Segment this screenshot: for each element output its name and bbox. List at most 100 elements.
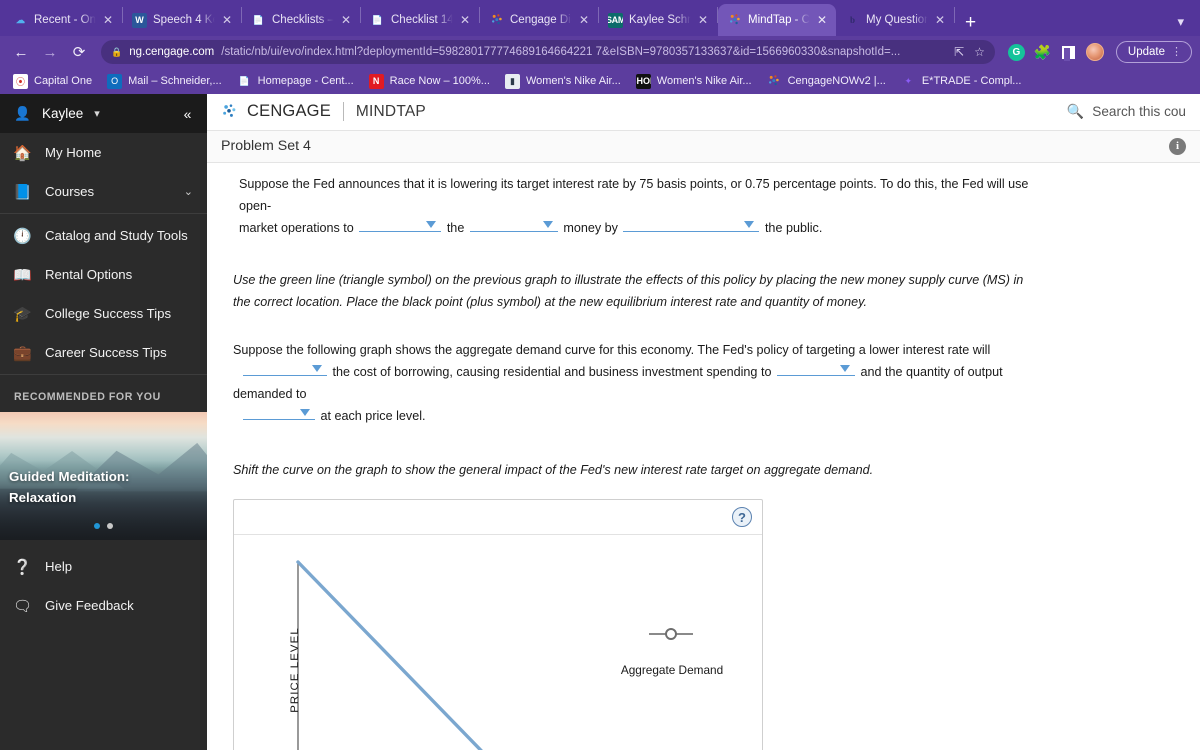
bookmark-1[interactable]: O Mail – Schneider,... [100,71,229,91]
close-tab-icon[interactable]: ✕ [935,14,948,26]
page-title: Problem Set 4 [221,138,311,155]
document-icon: 📄 [252,14,265,25]
legend-drag-handle[interactable] [649,628,693,641]
close-tab-icon[interactable]: ✕ [222,14,235,26]
bookmark-4[interactable]: ▮ Women's Nike Air... [498,71,628,91]
browser-tab-5[interactable]: SAM Kaylee Schneider ✕ [599,4,717,36]
search-input[interactable]: Search this cou [1092,104,1186,119]
chart-plot-area[interactable]: PRICE LEVEL Aggregate Demand Aggregate D… [234,535,762,750]
share-icon[interactable]: ⇱ [954,45,964,59]
browser-tab-7[interactable]: b My Questions | ba ✕ [836,4,954,36]
word-doc-icon: W [132,12,147,28]
chevron-down-icon[interactable]: ▾ [1165,14,1196,30]
update-button[interactable]: Update ⋮ [1115,41,1192,63]
sidebar-item-my-home[interactable]: 🏠 My Home [0,133,207,172]
carousel-dot[interactable] [107,523,113,529]
tab-title: Kaylee Schneider [629,14,692,26]
grammarly-icon[interactable]: G [1007,43,1025,61]
course-search[interactable]: 🔍 Search this cou [1067,103,1186,120]
info-icon[interactable]: i [1169,137,1186,155]
update-button-label: Update [1127,46,1165,58]
bookmark-label: Capital One [34,75,93,87]
help-circle-icon: ❔ [13,558,32,576]
bookmark-0[interactable]: ⦿ Capital One [6,71,99,91]
question-paragraph-4: Shift the curve on the graph to show the… [233,463,874,478]
brand-divider [342,102,344,122]
capital-one-icon: ⦿ [13,73,28,89]
dropdown-blank-4[interactable] [243,361,327,377]
dropdown-blank-5[interactable] [776,361,855,377]
book-icon: 📘 [13,183,32,201]
sidebar-divider [0,374,207,375]
sidebar-item-courses[interactable]: 📘 Courses ⌄ [0,172,207,211]
sidebar-item-label: Catalog and Study Tools [45,228,188,243]
profile-avatar[interactable] [1085,43,1104,61]
browser-tab-0[interactable]: ☁ Recent - OneDrive ✕ [4,4,122,36]
address-bar[interactable]: 🔒 ng.cengage.com /static/nb/ui/evo/index… [101,40,995,64]
browser-tab-1[interactable]: W Speech 4 Keyword ✕ [123,4,241,36]
sidebar-item-label: Rental Options [45,267,133,282]
sidebar-item-give-feedback[interactable]: 🗨 Give Feedback [0,586,207,625]
sidebar-item-label: My Home [45,145,102,160]
carousel-dot-active[interactable] [94,523,100,529]
browser-tab-3[interactable]: 📄 Checklist 14 (11/2 ✕ [361,4,479,36]
aggregate-demand-curve[interactable] [296,560,534,750]
puzzle-extensions-icon[interactable]: 🧩 [1034,44,1051,61]
bookmark-label: Race Now – 100%... [389,75,490,87]
close-tab-icon[interactable]: ✕ [579,14,592,26]
dropdown-blank-3[interactable] [623,217,760,233]
promo-text: Guided Meditation: Relaxation [9,466,129,508]
split-view-icon[interactable] [1060,44,1077,61]
bookmark-7[interactable]: ✦ E*TRADE - Compl... [894,71,1029,91]
star-icon[interactable]: ☆ [974,45,985,59]
bookmark-3[interactable]: N Race Now – 100%... [362,71,497,91]
sidebar-item-rental-options[interactable]: 📖 Rental Options [0,255,207,294]
sidebar-item-label: Give Feedback [45,598,134,613]
legend-knob-icon[interactable] [665,628,677,641]
close-tab-icon[interactable]: ✕ [341,14,354,26]
open-book-icon: 📖 [13,266,32,284]
reload-icon[interactable]: ⟳ [66,39,92,65]
close-tab-icon[interactable]: ✕ [698,14,711,26]
brand-logo[interactable]: CENGAGE MINDTAP [221,102,426,122]
dropdown-blank-6[interactable] [243,405,315,421]
new-tab-button[interactable]: + [955,13,986,36]
question-p1-part2: market operations to [239,221,354,236]
main-content: CENGAGE MINDTAP 🔍 Search this cou Proble… [207,94,1200,750]
sidebar-item-catalog-and-study-tools[interactable]: 🕛 Catalog and Study Tools [0,216,207,255]
aggregate-demand-chart[interactable]: ? PRICE LEVEL Aggregate Demand [233,499,763,750]
promo-card[interactable]: Guided Meditation: Relaxation [0,412,207,540]
sidebar-item-college-success-tips[interactable]: 🎓 College Success Tips [0,294,207,333]
problem-set-bar: Problem Set 4 i [207,130,1200,164]
dropdown-blank-2[interactable] [469,217,558,233]
browser-tab-4[interactable]: Cengage Digital L ✕ [480,4,598,36]
question-p3-part4: at each price level. [320,409,426,424]
browser-menu-icon[interactable]: ⋮ [1171,46,1182,58]
back-icon[interactable]: ← [8,39,34,65]
close-tab-icon[interactable]: ✕ [817,14,830,26]
feedback-icon: 🗨 [12,597,33,615]
sidebar-item-career-success-tips[interactable]: 💼 Career Success Tips [0,333,207,372]
close-tab-icon[interactable]: ✕ [103,14,116,26]
bookmark-6[interactable]: CengageNOWv2 |... [760,71,893,91]
graduation-cap-icon: 🎓 [13,305,32,323]
sidebar-user-menu[interactable]: 👤 Kaylee ▾ « [0,94,207,133]
forward-icon[interactable]: → [37,39,63,65]
tab-title: Speech 4 Keyword [153,14,216,26]
collapse-sidebar-button[interactable]: « [168,94,207,133]
bookmark-5[interactable]: SHOE Women's Nike Air... [629,71,759,91]
sidebar-item-help[interactable]: ❔ Help [0,547,207,586]
chevron-down-icon: ▾ [94,108,100,120]
dropdown-blank-1[interactable] [359,217,442,233]
browser-tab-6-active[interactable]: MindTap - Cengag ✕ [718,4,836,36]
tab-title: My Questions | ba [866,14,929,26]
close-tab-icon[interactable]: ✕ [460,14,473,26]
tab-title: Checklists – Fa22 [272,14,335,26]
bookmark-2[interactable]: 📄 Homepage - Cent... [230,71,361,91]
bartleby-icon: b [849,15,855,25]
browser-tab-2[interactable]: 📄 Checklists – Fa22 ✕ [242,4,360,36]
help-icon[interactable]: ? [732,507,752,528]
brand-mindtap-label: MINDTAP [355,102,426,120]
graph-wrapper: ? PRICE LEVEL Aggregate Demand [207,481,1200,750]
sidebar-item-label: Career Success Tips [45,345,167,360]
